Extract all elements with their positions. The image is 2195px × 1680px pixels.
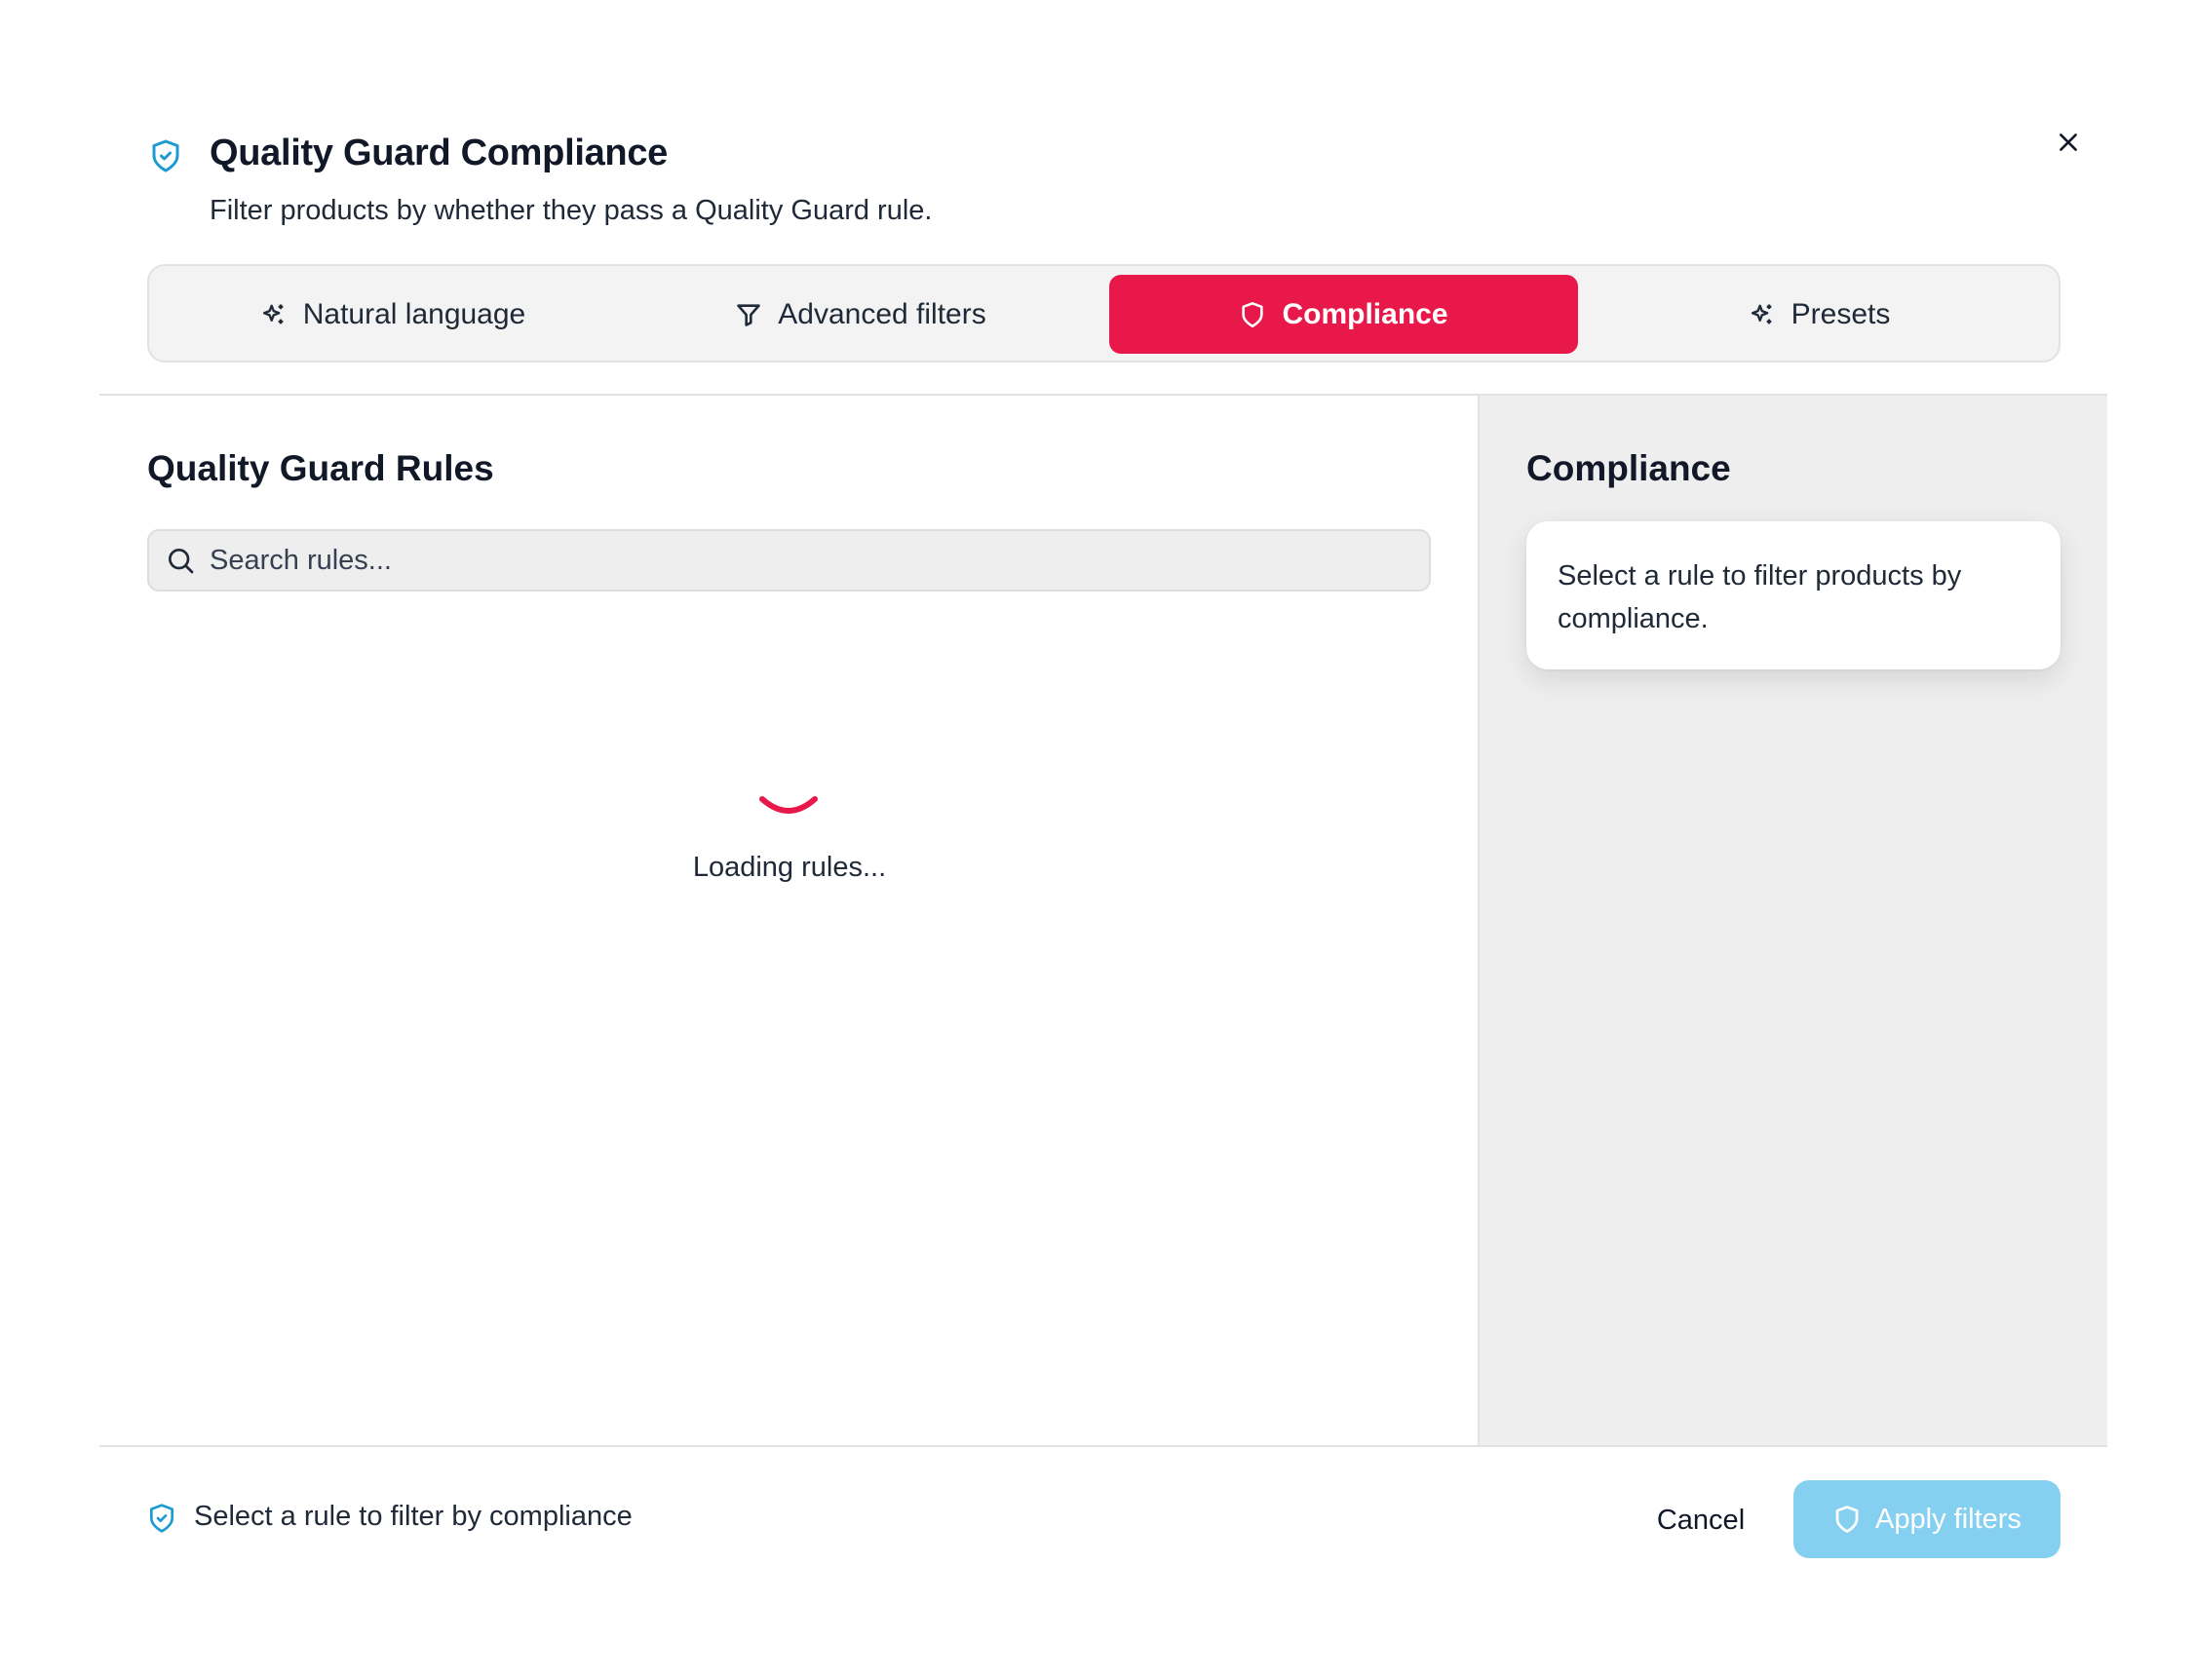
filter-icon: [737, 303, 761, 326]
tab-label: Presets: [1791, 297, 1891, 330]
close-button[interactable]: [2047, 121, 2090, 164]
info-text: Select a rule to filter products by comp…: [1558, 560, 1962, 634]
loading-spinner-icon: [759, 796, 818, 814]
compliance-info-card: Select a rule to filter products by comp…: [1526, 521, 2060, 669]
divider: [99, 1445, 2107, 1447]
compliance-panel-heading: Compliance: [1526, 448, 1731, 488]
apply-label: Apply filters: [1875, 1503, 2022, 1535]
apply-filters-button[interactable]: Apply filters: [1793, 1480, 2060, 1558]
tab-advanced-filters[interactable]: Advanced filters: [617, 275, 1104, 354]
dialog-subtitle: Filter products by whether they pass a Q…: [210, 195, 933, 226]
sparkles-icon: [262, 304, 284, 324]
footer-status-text: Select a rule to filter by compliance: [194, 1501, 633, 1532]
tab-label: Natural language: [302, 297, 526, 330]
cancel-button[interactable]: Cancel: [1637, 1481, 1764, 1559]
shield-check-icon: [152, 139, 179, 172]
tab-presets[interactable]: Presets: [1578, 275, 2060, 354]
search-input[interactable]: [210, 544, 1379, 577]
shield-icon: [1835, 1506, 1859, 1533]
loading-text: Loading rules...: [692, 852, 887, 883]
dialog-title: Quality Guard Compliance: [210, 133, 669, 173]
shield-check-icon: [150, 1504, 173, 1533]
shield-icon: [1242, 301, 1264, 327]
filter-mode-tabs: Natural language Advanced filters Compli…: [147, 264, 2060, 363]
tab-label: Compliance: [1282, 297, 1448, 330]
tab-label: Advanced filters: [778, 297, 986, 330]
search-icon: [169, 549, 194, 574]
tab-natural-language[interactable]: Natural language: [149, 275, 636, 354]
sparkles-icon: [1751, 304, 1771, 324]
compliance-dialog: Quality Guard Compliance Filter products…: [0, 0, 2195, 1680]
tab-compliance[interactable]: Compliance: [1109, 275, 1578, 354]
search-rules-box[interactable]: [147, 529, 1431, 592]
close-icon: [2060, 134, 2077, 151]
rules-panel-heading: Quality Guard Rules: [147, 448, 494, 488]
